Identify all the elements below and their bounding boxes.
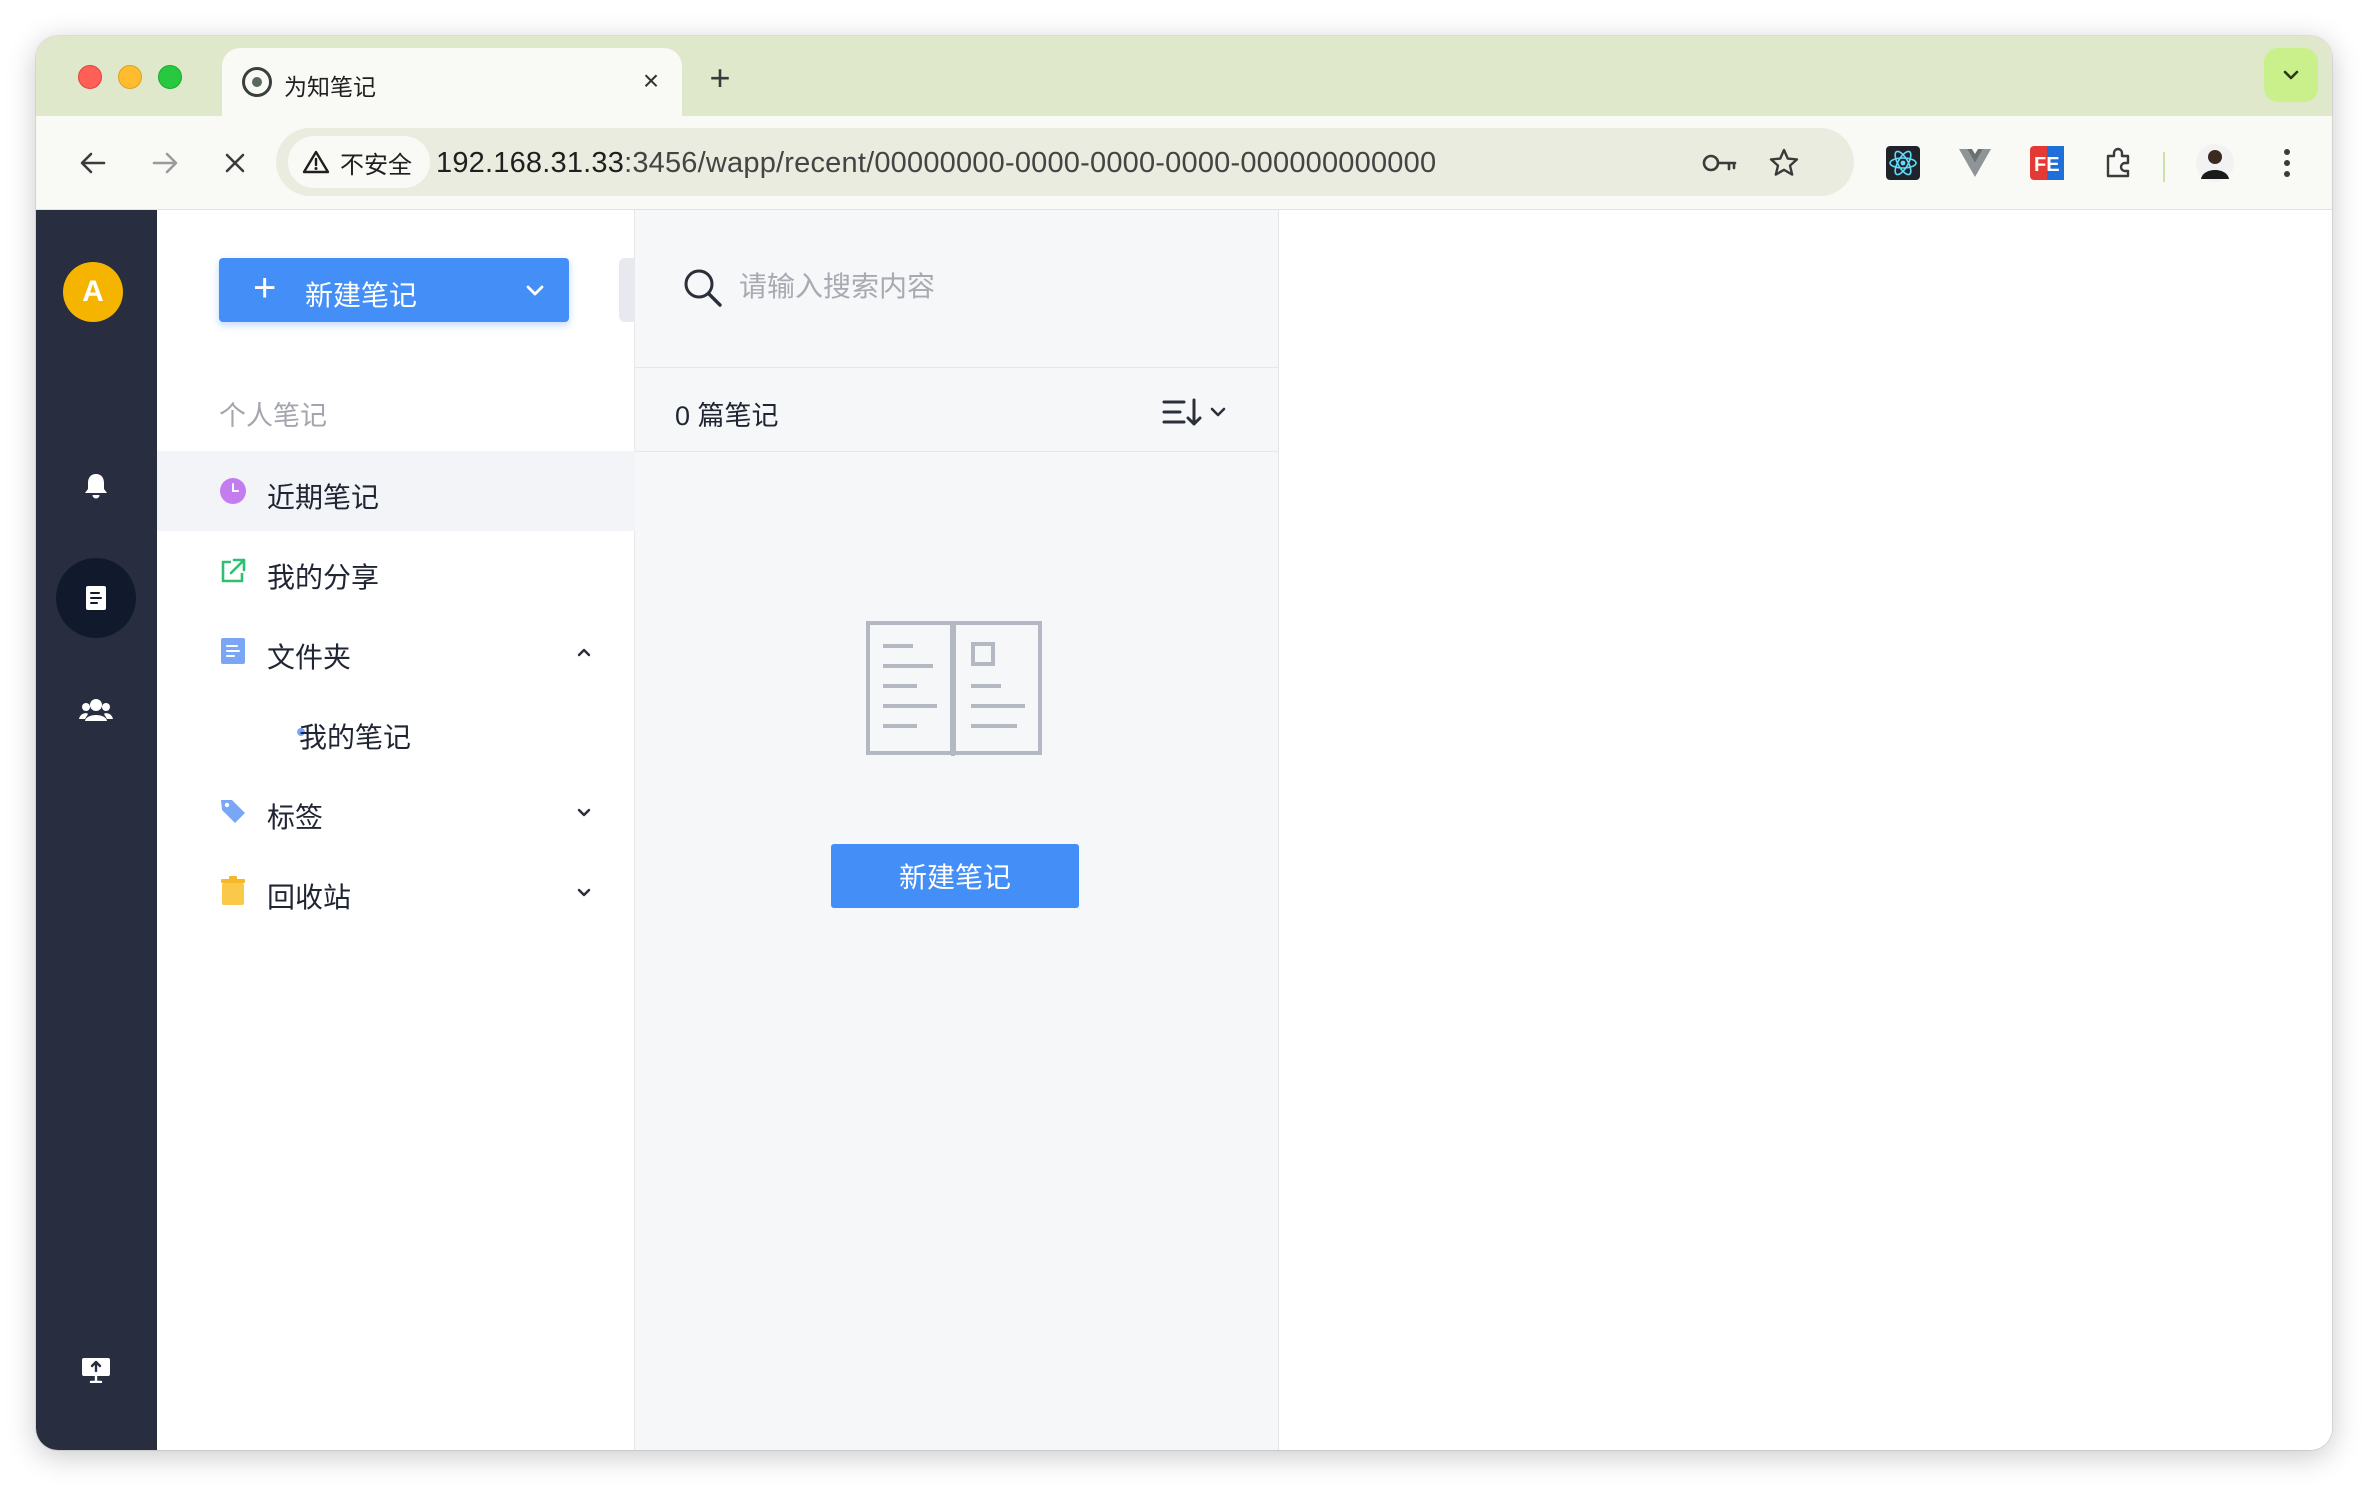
extensions-puzzle-icon[interactable] bbox=[2094, 138, 2144, 188]
sort-icon bbox=[1162, 398, 1202, 426]
new-note-button[interactable]: + 新建笔记 bbox=[219, 258, 569, 322]
browser-window: 为知笔记 × + 不安全 192.168.31.33:3456/wapp/rec… bbox=[36, 36, 2332, 1450]
sidebar-item-label: 我的笔记 bbox=[299, 722, 412, 753]
search-input[interactable] bbox=[739, 264, 1239, 310]
minimize-window-button[interactable] bbox=[118, 65, 142, 89]
chevron-down-icon bbox=[2283, 70, 2299, 80]
back-button[interactable] bbox=[68, 138, 118, 188]
share-icon bbox=[219, 557, 247, 585]
sidebar-item-label: 标签 bbox=[267, 802, 324, 833]
new-tab-button[interactable]: + bbox=[700, 58, 740, 98]
note-count: 0 篇笔记 bbox=[675, 401, 779, 431]
arrow-left-icon bbox=[80, 152, 106, 174]
vue-devtools-icon[interactable] bbox=[1950, 138, 2000, 188]
trash-icon bbox=[219, 876, 247, 905]
sidebar-item-trash[interactable]: 回收站 bbox=[157, 851, 635, 931]
search-bar bbox=[635, 210, 1278, 368]
close-window-button[interactable] bbox=[78, 65, 102, 89]
toolbar-divider bbox=[2163, 152, 2165, 182]
url-host: 192.168.31.33 bbox=[436, 147, 625, 179]
screen-icon bbox=[82, 1358, 110, 1383]
browser-toolbar: 不安全 192.168.31.33:3456/wapp/recent/00000… bbox=[36, 116, 2332, 210]
chevron-down-icon bbox=[1210, 407, 1226, 417]
left-rail: A bbox=[36, 210, 157, 1450]
profile-avatar-icon[interactable] bbox=[2190, 138, 2240, 188]
close-icon bbox=[225, 153, 245, 173]
list-header: 0 篇笔记 bbox=[635, 368, 1278, 452]
note-icon bbox=[86, 586, 106, 610]
empty-notebook-icon bbox=[866, 621, 1042, 756]
user-avatar[interactable]: A bbox=[63, 262, 123, 322]
sidebar-item-tags[interactable]: 标签 bbox=[157, 771, 635, 851]
maximize-window-button[interactable] bbox=[158, 65, 182, 89]
warning-icon bbox=[302, 150, 330, 174]
app-content: A + 新建笔记 个人笔记 近期笔记 我的分享 文件夹 我的笔记 标签 回收站 … bbox=[36, 210, 2332, 1450]
tab-strip: 为知笔记 × + bbox=[36, 36, 2332, 116]
url-path: :3456/wapp/recent/00000000-0000-0000-000… bbox=[624, 147, 1437, 179]
password-key-icon[interactable] bbox=[1702, 145, 1738, 181]
url-text[interactable]: 192.168.31.33:3456/wapp/recent/00000000-… bbox=[436, 147, 1436, 180]
sidebar-item-label: 回收站 bbox=[267, 882, 352, 913]
forward-button[interactable] bbox=[140, 138, 190, 188]
sidebar-item-shares[interactable]: 我的分享 bbox=[157, 531, 635, 611]
sidebar-item-my-notes[interactable]: 我的笔记 bbox=[157, 691, 635, 771]
close-tab-button[interactable]: × bbox=[634, 64, 668, 98]
svg-text:FE: FE bbox=[2034, 154, 2060, 176]
note-list-panel: 0 篇笔记 新建笔记 bbox=[635, 210, 1279, 1450]
chevron-down-icon[interactable] bbox=[523, 278, 547, 302]
sidebar-collapse-handle[interactable] bbox=[619, 258, 635, 322]
fe-helper-icon[interactable]: FE bbox=[2022, 138, 2072, 188]
sidebar-item-label: 文件夹 bbox=[267, 642, 352, 673]
notes-button[interactable] bbox=[56, 558, 136, 638]
tab-title: 为知笔记 bbox=[284, 74, 376, 100]
react-devtools-icon[interactable] bbox=[1878, 138, 1928, 188]
group-icon bbox=[79, 699, 113, 721]
security-label: 不安全 bbox=[340, 151, 412, 179]
folder-doc-icon bbox=[219, 637, 247, 665]
tag-icon bbox=[219, 797, 247, 825]
sidebar-item-folders[interactable]: 文件夹 bbox=[157, 611, 635, 691]
search-icon[interactable] bbox=[681, 266, 723, 308]
clock-icon bbox=[219, 477, 247, 505]
sidebar: + 新建笔记 个人笔记 近期笔记 我的分享 文件夹 我的笔记 标签 回收站 bbox=[157, 210, 635, 1450]
groups-button[interactable] bbox=[56, 670, 136, 750]
bookmark-star-icon[interactable] bbox=[1766, 145, 1802, 181]
stop-loading-button[interactable] bbox=[210, 138, 260, 188]
sort-button[interactable] bbox=[1162, 394, 1236, 430]
chevron-down-icon[interactable] bbox=[573, 881, 595, 903]
section-title: 个人笔记 bbox=[219, 401, 327, 431]
chevron-down-icon[interactable] bbox=[573, 801, 595, 823]
screen-share-button[interactable] bbox=[56, 1330, 136, 1410]
empty-new-note-button[interactable]: 新建笔记 bbox=[831, 844, 1079, 908]
sidebar-item-recent[interactable]: 近期笔记 bbox=[157, 451, 635, 531]
wiz-logo-icon bbox=[242, 67, 272, 97]
sidebar-item-label: 我的分享 bbox=[267, 562, 380, 593]
security-indicator[interactable]: 不安全 bbox=[288, 136, 430, 188]
plus-icon: + bbox=[253, 266, 277, 310]
sidebar-item-label: 近期笔记 bbox=[267, 482, 380, 513]
arrow-right-icon bbox=[152, 152, 178, 174]
chevron-up-icon[interactable] bbox=[573, 641, 595, 663]
address-bar[interactable]: 不安全 192.168.31.33:3456/wapp/recent/00000… bbox=[276, 128, 1854, 196]
bell-icon bbox=[85, 474, 107, 499]
notifications-button[interactable] bbox=[56, 446, 136, 526]
browser-tab[interactable]: 为知笔记 × bbox=[222, 48, 682, 116]
note-detail-area bbox=[1279, 210, 2332, 1450]
new-note-label: 新建笔记 bbox=[305, 280, 418, 311]
tab-search-button[interactable] bbox=[2264, 48, 2318, 102]
browser-menu-icon[interactable] bbox=[2262, 138, 2312, 188]
